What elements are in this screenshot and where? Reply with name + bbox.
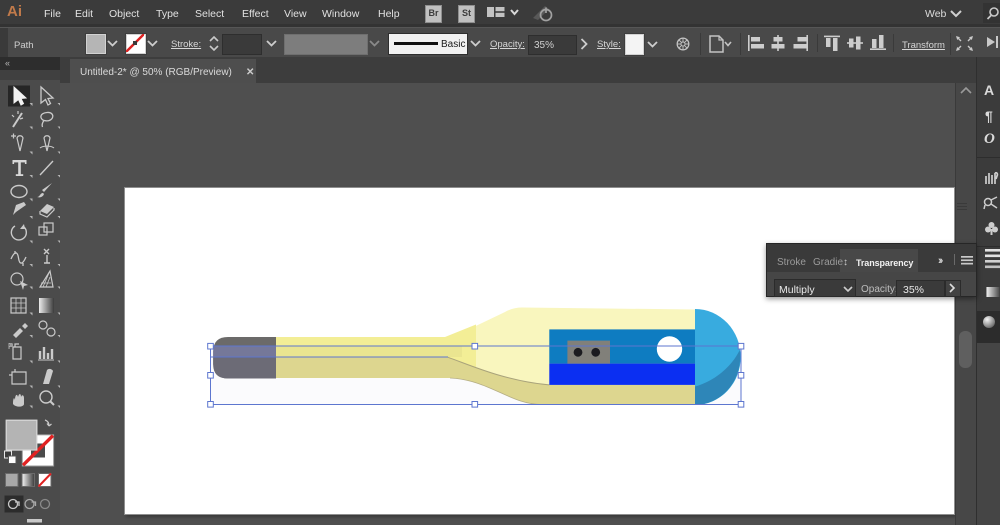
svg-text:F: F	[8, 342, 13, 351]
